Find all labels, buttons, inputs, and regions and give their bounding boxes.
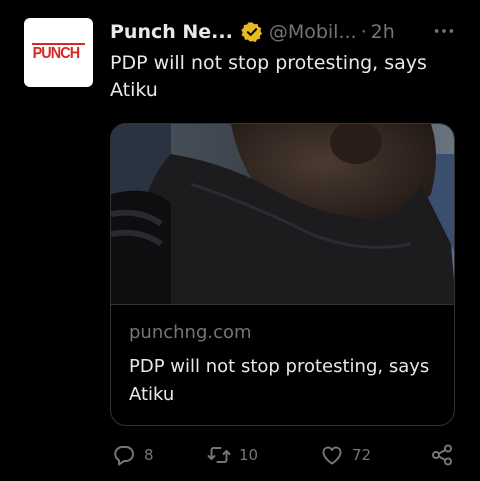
reply-icon <box>114 446 134 466</box>
reply-button[interactable]: 8 <box>112 443 154 467</box>
timestamp[interactable]: 2h <box>371 21 395 43</box>
like-count: 72 <box>352 446 372 464</box>
separator-dot: · <box>360 21 367 43</box>
author-handle[interactable]: @Mobil... <box>269 21 357 43</box>
heart-icon <box>322 446 342 465</box>
action-bar: 8 10 72 <box>110 443 460 473</box>
share-icon <box>432 444 452 466</box>
punch-logo: PUNCH <box>32 45 81 62</box>
card-domain[interactable]: punchng.com <box>129 322 252 343</box>
card-title[interactable]: PDP will not stop protesting, says Atiku <box>129 353 439 409</box>
more-options-icon[interactable] <box>433 20 455 42</box>
author-name[interactable]: Punch Ne... <box>110 21 233 43</box>
retweet-button[interactable]: 10 <box>207 443 258 467</box>
reply-count: 8 <box>144 446 154 464</box>
tweet[interactable]: PUNCH Punch Ne... @Mobil... · 2h PDP wil… <box>0 0 480 481</box>
card-divider <box>111 304 454 305</box>
tweet-text: PDP will not stop protesting, says Atiku <box>110 52 427 101</box>
card-image[interactable] <box>111 124 455 304</box>
verified-badge-icon <box>241 22 262 43</box>
share-button[interactable] <box>430 443 462 467</box>
retweet-icon <box>207 447 231 463</box>
link-card[interactable]: punchng.com PDP will not stop protesting… <box>110 123 455 426</box>
avatar[interactable]: PUNCH <box>24 18 93 87</box>
like-button[interactable]: 72 <box>320 443 371 467</box>
tweet-header: Punch Ne... @Mobil... · 2h <box>110 18 395 46</box>
retweet-count: 10 <box>239 446 259 464</box>
